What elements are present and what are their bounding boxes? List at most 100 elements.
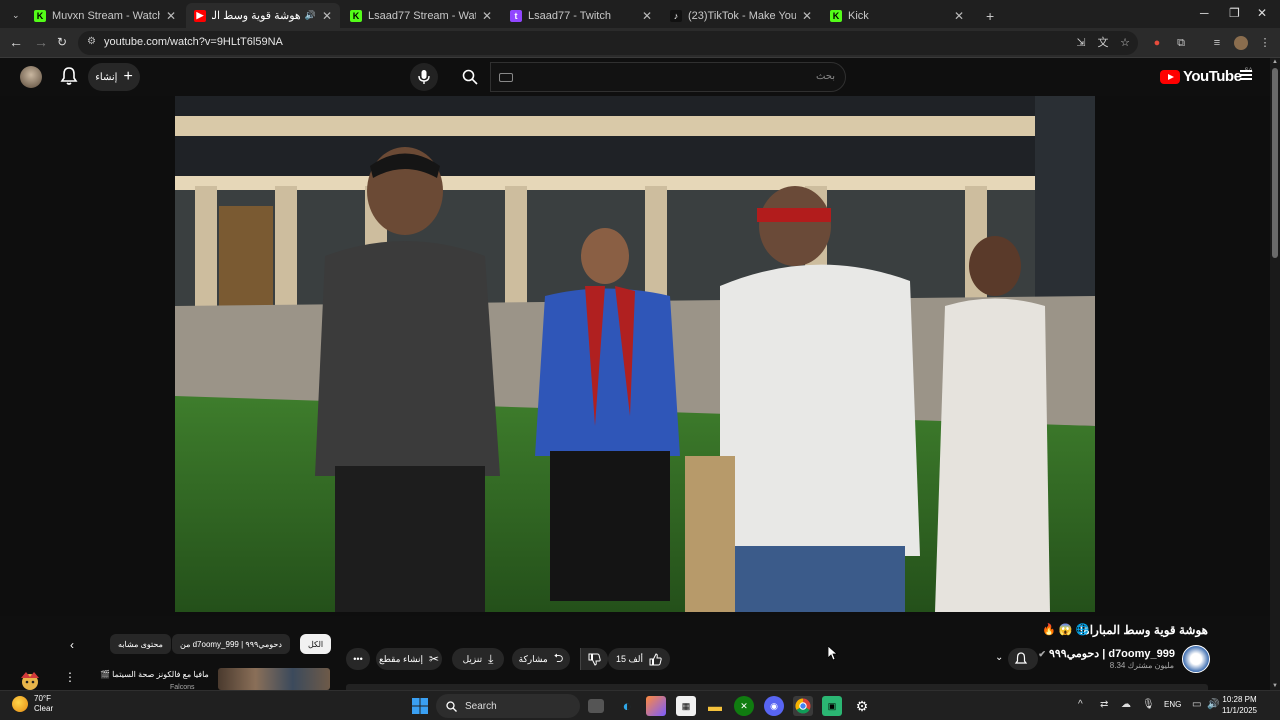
scrollbar-thumb[interactable]	[1272, 68, 1278, 258]
sync-icon[interactable]: ⇄	[1100, 699, 1108, 710]
copilot-icon[interactable]	[646, 696, 666, 716]
forward-arrow-icon[interactable]: →	[34, 34, 48, 50]
chip-related[interactable]: محتوى مشابه	[110, 634, 171, 654]
close-icon[interactable]: ✕	[642, 9, 652, 23]
account-avatar[interactable]	[20, 66, 42, 88]
search-button[interactable]	[452, 63, 488, 91]
site-info-icon[interactable]: ⚙	[87, 36, 96, 47]
speaker-icon[interactable]: 🔊	[305, 10, 316, 21]
discord-icon[interactable]: ◉	[764, 696, 784, 716]
bookmark-star-icon[interactable]: ☆	[1118, 36, 1132, 50]
chip-from-channel[interactable]: من d7oomy_999 | دحومي٩٩٩	[172, 634, 290, 654]
close-icon[interactable]: ✕	[322, 9, 332, 23]
tab-search-button[interactable]: ⌄	[4, 3, 22, 28]
chips-scroll-left-icon[interactable]: ‹	[70, 638, 74, 652]
tab-title: Lsaad77 Stream - Watch Live on	[368, 9, 476, 22]
task-view-icon[interactable]	[588, 699, 604, 713]
scroll-up-arrow-icon[interactable]: ▲	[1272, 59, 1278, 65]
share-button[interactable]: مشاركة ⮌	[512, 648, 570, 670]
tab-tiktok[interactable]: ♪ (23)TikTok - Make Your Day ✕	[662, 3, 820, 28]
chip-all[interactable]: الكل	[300, 634, 332, 654]
profile-avatar[interactable]	[1234, 36, 1248, 50]
channel-avatar[interactable]	[1182, 645, 1210, 673]
microphone-tray-icon[interactable]: 🎙	[1142, 699, 1155, 710]
next-video-title[interactable]: مافيا مع فالكونز صحة السيتما 🎬	[100, 670, 209, 679]
tab-muvxn-stream[interactable]: K Muvxn Stream - Watch Live on ✕	[26, 3, 184, 28]
settings-gear-icon[interactable]: ⚙	[852, 696, 872, 716]
scroll-down-arrow-icon[interactable]: ▼	[1272, 683, 1278, 689]
page-scrollbar[interactable]: ▲ ▼	[1270, 58, 1280, 690]
subscription-bell-button[interactable]	[1008, 648, 1038, 670]
browser-menu-icon[interactable]: ⋮	[1258, 36, 1272, 50]
search-icon	[462, 69, 478, 85]
close-icon[interactable]: ✕	[954, 9, 964, 23]
tab-lsaad77-stream[interactable]: K Lsaad77 Stream - Watch Live on ✕	[342, 3, 500, 28]
chevron-down-icon[interactable]: ⌄	[995, 652, 1003, 663]
create-button[interactable]: إنشاء +	[88, 63, 140, 91]
extension-red-icon[interactable]: ●	[1150, 36, 1164, 50]
tab-kick[interactable]: K Kick ✕	[822, 3, 972, 28]
tab-youtube-active[interactable]: ▶ هوشة قوية وسط المباراة😱 🔊 ✕	[186, 3, 340, 28]
browser-toolbar: ← → ↻ ⚙ youtube.com/watch?v=9HLtT6l59NA …	[0, 28, 1280, 58]
back-arrow-icon[interactable]: ←	[9, 34, 23, 50]
new-tab-button[interactable]: +	[978, 3, 1000, 28]
notifications-bell-icon[interactable]	[60, 66, 78, 86]
more-icon: •••	[353, 654, 363, 664]
taskbar-search[interactable]: Search	[436, 694, 580, 718]
cloud-icon[interactable]: ☁	[1121, 699, 1131, 710]
mouse-cursor-icon	[828, 646, 838, 661]
taskbar-clock[interactable]: 10:28 PM 11/1/2025	[1222, 694, 1257, 716]
store-icon[interactable]: ▦	[676, 696, 696, 716]
browser-tab-strip: ⌄ K Muvxn Stream - Watch Live on ✕ ▶ هوش…	[0, 0, 1280, 28]
next-video-menu-icon[interactable]: ⋮	[64, 670, 76, 684]
install-app-icon[interactable]: ⇲	[1074, 36, 1088, 50]
download-icon: ⤓	[488, 651, 494, 666]
close-icon[interactable]: ✕	[802, 9, 812, 23]
dislike-button[interactable]	[580, 648, 608, 670]
youtube-header: إنشاء + بحث YouTube SA	[0, 58, 1280, 96]
file-explorer-icon[interactable]: ▬	[705, 696, 725, 716]
tray-overflow-chevron-icon[interactable]: ^	[1078, 699, 1083, 710]
more-actions-button[interactable]: •••	[346, 648, 370, 670]
download-button[interactable]: تنزيل ⤓	[452, 648, 504, 670]
reload-icon[interactable]: ↻	[57, 35, 67, 49]
search-input[interactable]: بحث	[490, 62, 846, 92]
url-text[interactable]: youtube.com/watch?v=9HLtT6l59NA	[104, 36, 283, 48]
channel-name[interactable]: ✔ دحومي٩٩٩ | d7oomy_999	[1038, 647, 1175, 660]
translate-icon[interactable]: 文	[1096, 36, 1110, 50]
edge-browser-icon[interactable]: ◐	[617, 696, 637, 716]
chrome-icon[interactable]	[793, 696, 813, 716]
tab-twitch[interactable]: t Lsaad77 - Twitch ✕	[502, 3, 660, 28]
like-button[interactable]: 15 ألف	[608, 648, 670, 670]
windows-logo-icon	[412, 698, 428, 714]
window-close-icon[interactable]: ✕	[1257, 6, 1267, 20]
floating-emoji-avatar[interactable]	[18, 670, 42, 692]
extensions-puzzle-icon[interactable]: ⧉	[1174, 36, 1188, 50]
next-video-thumbnail[interactable]	[218, 668, 330, 690]
video-title: هوشة قوية وسط المباراة!	[1079, 623, 1208, 637]
address-bar[interactable]: ⚙ youtube.com/watch?v=9HLtT6l59NA ⇲ 文 ☆	[78, 31, 1138, 55]
video-frame[interactable]	[175, 96, 1095, 612]
voice-search-button[interactable]	[410, 63, 438, 91]
input-language[interactable]: ENG	[1164, 700, 1181, 709]
reading-list-icon[interactable]: ≡	[1210, 36, 1224, 50]
weather-temperature: 70°F	[34, 694, 51, 703]
keyboard-icon[interactable]	[499, 73, 513, 82]
thumbs-down-icon	[588, 653, 601, 666]
youtube-play-icon	[1160, 69, 1180, 84]
close-icon[interactable]: ✕	[482, 9, 492, 23]
green-app-icon[interactable]: ▣	[822, 696, 842, 716]
close-icon[interactable]: ✕	[166, 9, 176, 23]
minimize-icon[interactable]: ─	[1200, 6, 1209, 20]
clip-button[interactable]: إنشاء مقطع ✂	[376, 648, 442, 670]
start-button[interactable]	[410, 696, 430, 716]
hamburger-menu-icon[interactable]	[1240, 70, 1252, 80]
tab-title: Lsaad77 - Twitch	[528, 9, 611, 22]
youtube-logo[interactable]: YouTube SA	[1160, 68, 1252, 85]
xbox-icon[interactable]: ✕	[734, 696, 754, 716]
maximize-icon[interactable]: ❐	[1229, 6, 1240, 20]
weather-widget[interactable]: 70°F Clear	[12, 694, 53, 714]
video-player-area[interactable]	[0, 96, 1270, 690]
volume-icon[interactable]: 🔊	[1207, 699, 1219, 710]
network-icon[interactable]: ▭	[1192, 699, 1201, 710]
